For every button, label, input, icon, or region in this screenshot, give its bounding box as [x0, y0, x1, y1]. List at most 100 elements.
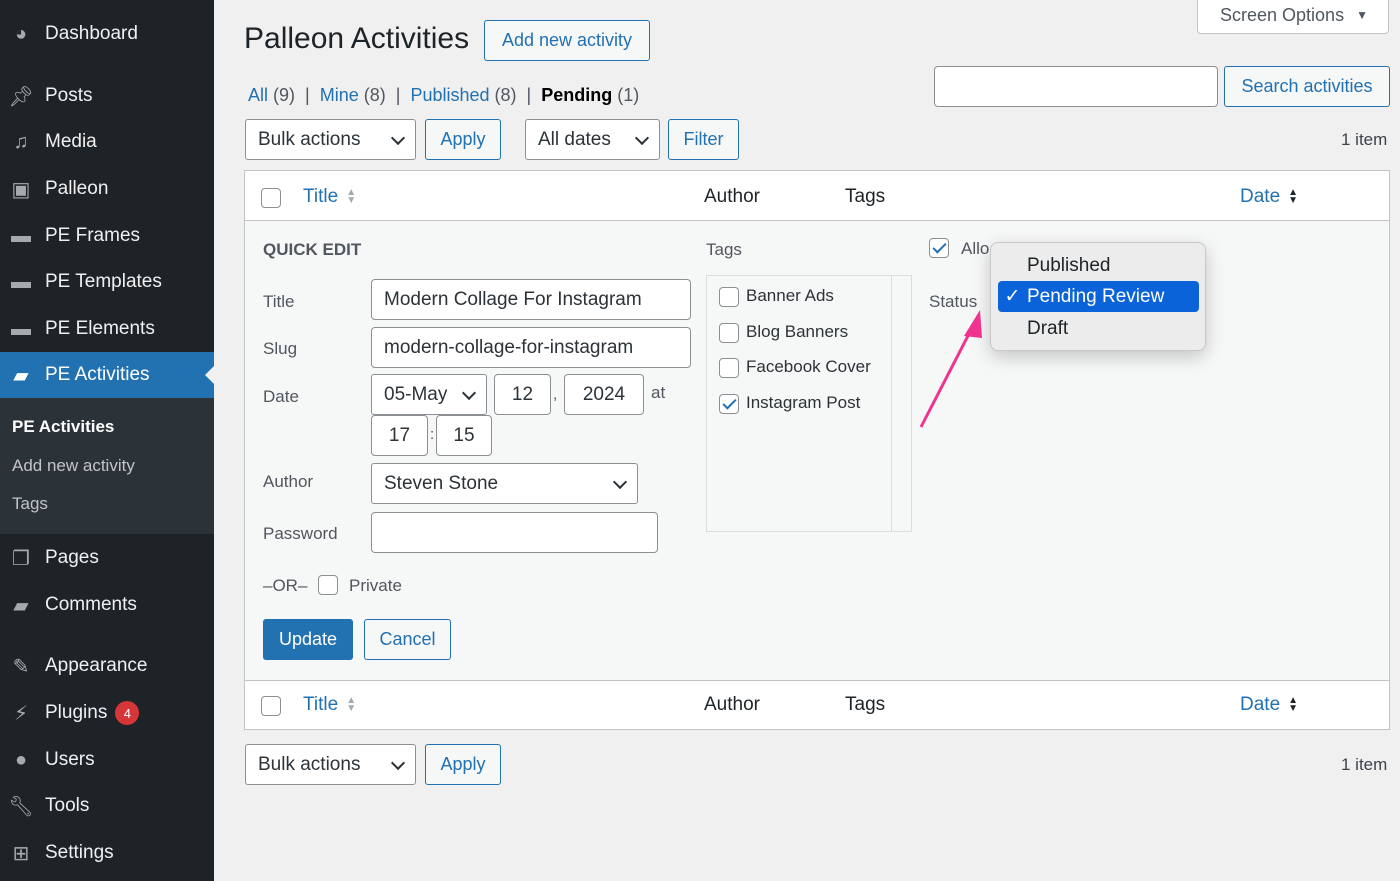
author-select[interactable]: Steven Stone: [371, 463, 638, 504]
column-date-footer[interactable]: Date ▲ ▼: [1240, 694, 1298, 716]
apply-button-bottom[interactable]: Apply: [425, 744, 501, 785]
column-title-footer[interactable]: Title ▲ ▼: [303, 694, 356, 716]
sidebar-item-appearance[interactable]: ✎ Appearance: [0, 643, 214, 689]
column-tags-footer: Tags: [845, 694, 886, 715]
sidebar-item-palleon[interactable]: ▣ Palleon: [0, 166, 214, 212]
search-input[interactable]: [934, 66, 1218, 107]
plug-icon: ⚡︎: [13, 702, 29, 725]
month-select[interactable]: 05-May: [371, 374, 487, 415]
dashboard-icon: ◕: [14, 22, 28, 45]
select-all-checkbox-footer[interactable]: [261, 696, 281, 716]
pages-icon: ❐: [12, 547, 30, 570]
folder-icon: ▬: [11, 224, 31, 247]
sidebar-item-users[interactable]: ● Users: [0, 737, 214, 783]
tag-label: Instagram Post: [746, 392, 861, 412]
status-option-draft[interactable]: Draft: [1027, 318, 1068, 340]
scrollbar[interactable]: [891, 276, 911, 531]
sidebar-item-media[interactable]: ♫ Media: [0, 119, 214, 165]
status-option-pending-review[interactable]: ✓ Pending Review: [998, 281, 1199, 312]
column-tags: Tags: [845, 186, 886, 207]
year-input[interactable]: 2024: [564, 374, 644, 415]
comment-icon: ▰: [13, 594, 29, 617]
submenu-tags[interactable]: Tags: [12, 494, 48, 514]
allow-comments-checkbox[interactable]: [929, 238, 949, 258]
filter-pending[interactable]: Pending: [541, 85, 612, 105]
allow-comments-label: Allo: [961, 239, 990, 258]
sidebar-item-comments[interactable]: ▰ Comments: [0, 582, 214, 628]
image-icon: ▣: [11, 178, 31, 201]
search-button[interactable]: Search activities: [1224, 66, 1390, 107]
bulk-actions-select[interactable]: Bulk actions: [245, 119, 416, 160]
sort-icon: ▲ ▼: [1288, 694, 1299, 714]
media-icon: ♫: [13, 130, 29, 153]
private-label: Private: [349, 576, 402, 595]
date-label: Date: [263, 387, 299, 406]
item-count-bottom: 1 item: [1341, 755, 1388, 774]
title-label: Title: [263, 292, 295, 311]
column-date[interactable]: Date ▲ ▼: [1240, 186, 1298, 208]
filter-all[interactable]: All: [248, 85, 268, 105]
chevron-down-icon: [634, 130, 650, 145]
column-title[interactable]: Title ▲ ▼: [303, 186, 356, 208]
table-footer: Title ▲ ▼ Author Tags Date ▲ ▼: [245, 680, 1389, 729]
title-input[interactable]: Modern Collage For Instagram: [371, 279, 691, 320]
chevron-down-icon: [390, 755, 406, 770]
private-checkbox[interactable]: [318, 575, 338, 595]
tag-label: Banner Ads: [746, 286, 834, 305]
brush-icon: ✎: [12, 655, 30, 678]
folder-icon: ▬: [11, 270, 31, 293]
checkmark-icon: ✓: [1004, 286, 1021, 307]
tags-label: Tags: [706, 240, 742, 259]
filter-published[interactable]: Published: [410, 85, 489, 105]
sidebar-item-plugins[interactable]: ⚡︎ Plugins 4: [0, 690, 214, 736]
tag-checkbox[interactable]: [719, 287, 739, 307]
table-header: Title ▲ ▼ Author Tags Date ▲ ▼: [245, 171, 1389, 221]
pin-icon: 📌︎: [8, 85, 34, 108]
chevron-down-icon: [461, 385, 477, 400]
add-new-activity-button[interactable]: Add new activity: [484, 20, 650, 61]
update-button[interactable]: Update: [263, 619, 353, 660]
user-icon: ●: [14, 748, 28, 771]
slug-input[interactable]: modern-collage-for-instagram: [371, 327, 691, 368]
wrench-icon: 🔧︎: [8, 795, 34, 818]
password-input[interactable]: [371, 512, 658, 553]
at-label: at: [651, 383, 666, 402]
sidebar-item-pe-elements[interactable]: ▬ PE Elements: [0, 306, 214, 352]
cancel-button[interactable]: Cancel: [364, 619, 451, 660]
dates-select[interactable]: All dates: [525, 119, 660, 160]
tag-checkbox[interactable]: [719, 393, 739, 414]
screen-options-button[interactable]: Screen Options ▼: [1197, 0, 1389, 34]
column-author: Author: [704, 186, 760, 207]
day-input[interactable]: 12: [494, 374, 551, 415]
tag-label: Facebook Cover: [746, 357, 871, 376]
sidebar-item-tools[interactable]: 🔧︎ Tools: [0, 783, 214, 829]
date-separator: ,: [553, 386, 558, 403]
sidebar-item-pe-frames[interactable]: ▬ PE Frames: [0, 213, 214, 259]
sidebar-item-posts[interactable]: 📌︎ Posts: [0, 73, 214, 119]
sidebar-item-pe-templates[interactable]: ▬ PE Templates: [0, 259, 214, 305]
sort-icon: ▲ ▼: [346, 186, 357, 206]
chevron-down-icon: [390, 130, 406, 145]
apply-button[interactable]: Apply: [425, 119, 501, 160]
quick-edit-panel: QUICK EDIT Title Modern Collage For Inst…: [245, 221, 1389, 680]
submenu-pe-activities[interactable]: PE Activities: [12, 417, 114, 437]
hour-input[interactable]: 17: [371, 415, 428, 456]
sidebar-item-settings[interactable]: ⊞ Settings: [0, 830, 214, 876]
annotation-arrow-icon: [919, 310, 982, 428]
settings-icon: ⊞: [12, 842, 30, 865]
tag-label: Blog Banners: [746, 321, 849, 341]
sidebar-item-pe-activities[interactable]: ▰ PE Activities: [0, 352, 214, 398]
select-all-checkbox[interactable]: [261, 188, 281, 208]
sidebar-item-dashboard[interactable]: ◕ Dashboard: [0, 11, 214, 57]
tag-checkbox[interactable]: [719, 358, 739, 378]
filter-button[interactable]: Filter: [668, 119, 739, 160]
submenu: PE Activities Add new activity Tags: [0, 398, 214, 534]
submenu-add-new-activity[interactable]: Add new activity: [12, 456, 135, 476]
tag-checkbox[interactable]: [719, 322, 739, 343]
filter-mine[interactable]: Mine: [320, 85, 359, 105]
bulk-actions-select-bottom[interactable]: Bulk actions: [245, 744, 416, 785]
minute-input[interactable]: 15: [436, 415, 492, 456]
sidebar-item-pages[interactable]: ❐ Pages: [0, 535, 214, 581]
status-option-published[interactable]: Published: [1027, 255, 1110, 277]
caret-down-icon: ▼: [1356, 8, 1368, 22]
